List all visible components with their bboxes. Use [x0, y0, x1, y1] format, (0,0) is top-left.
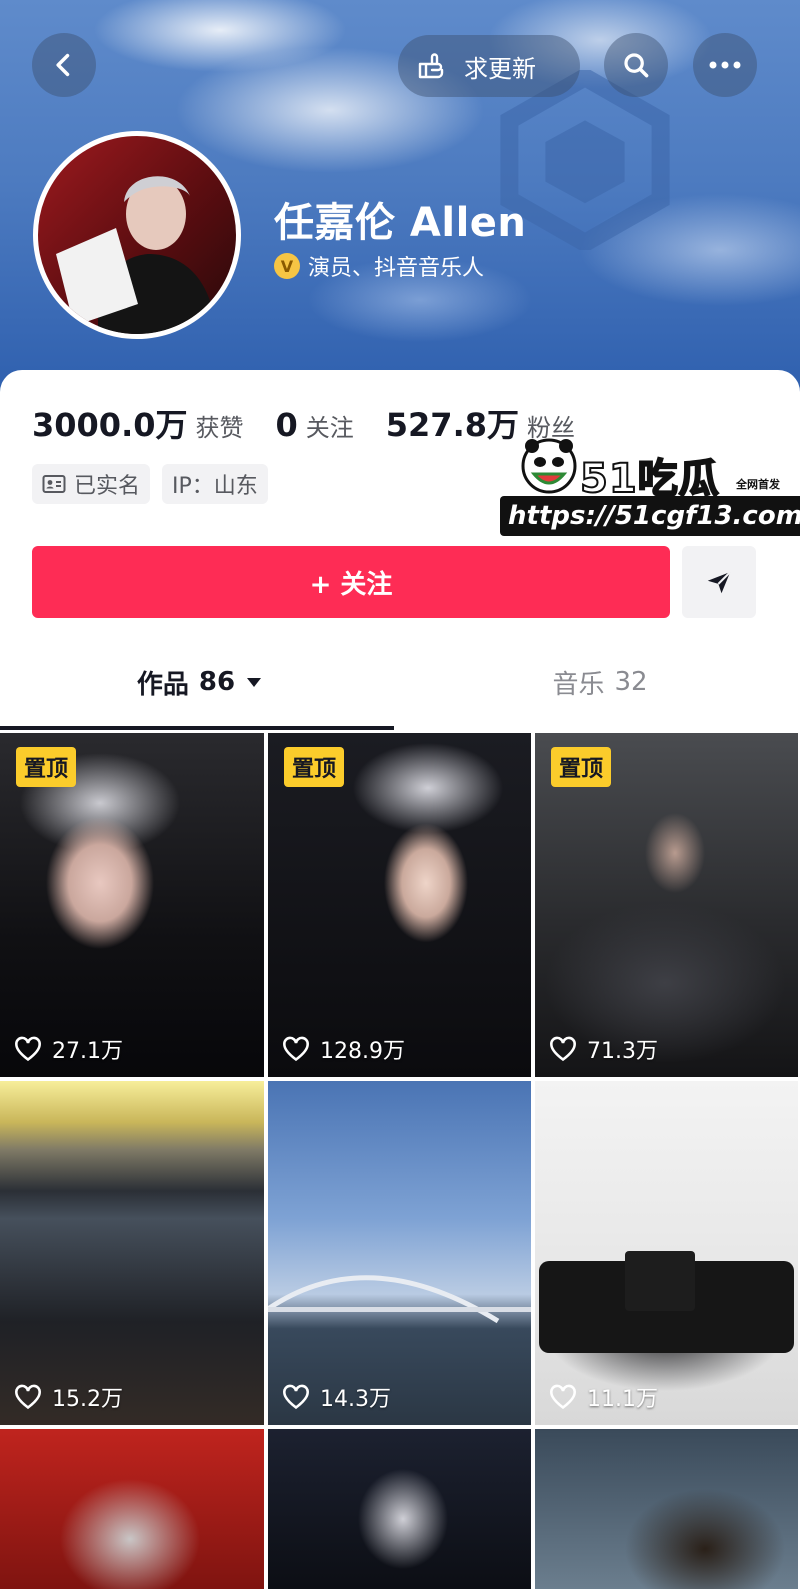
send-arrow-icon — [707, 571, 731, 594]
request-update-label: 求更新 — [464, 54, 536, 83]
video-grid: 置顶 27.1万 置顶 128.9万 置顶 71.3万 15.2万 14.3万 … — [0, 733, 800, 1589]
followers-count: 527.8万 — [385, 406, 519, 444]
video-likes-count: 128.9万 — [320, 1039, 405, 1064]
video-tile[interactable]: 置顶 71.3万 — [535, 733, 798, 1077]
ip-location-tag: IP：山东 — [162, 464, 268, 504]
pointing-hand-icon — [418, 53, 444, 79]
video-tile[interactable]: 置顶 128.9万 — [268, 733, 531, 1077]
follow-label: + 关注 — [309, 569, 393, 600]
heart-icon — [283, 1384, 309, 1410]
video-likes: 128.9万 — [282, 1033, 405, 1065]
video-likes: 71.3万 — [549, 1033, 658, 1065]
more-dots-icon — [709, 61, 741, 69]
request-update-button[interactable]: 求更新 — [398, 35, 580, 97]
back-button[interactable] — [32, 33, 96, 97]
heart-icon — [550, 1384, 576, 1410]
video-tile[interactable] — [268, 1429, 531, 1589]
video-likes-count: 71.3万 — [587, 1039, 658, 1064]
avatar-portrait-image — [56, 176, 213, 334]
active-tab-indicator — [0, 726, 394, 730]
real-name-label: 已实名 — [74, 474, 141, 499]
profile-info-card: 3000.0万 获赞 0 关注 527.8万 粉丝 已实名 IP：山东 + 关注 — [0, 370, 800, 730]
pinned-badge: 置顶 — [551, 747, 612, 787]
tab-music[interactable]: 音乐 32 — [400, 638, 800, 726]
search-button[interactable] — [604, 33, 668, 97]
pinned-badge: 置顶 — [284, 747, 345, 787]
watermelon-mascot-icon — [521, 438, 577, 494]
profile-name: 任嘉伦 Allen — [274, 200, 527, 246]
video-tile[interactable]: 14.3万 — [268, 1081, 531, 1425]
video-tile[interactable] — [0, 1429, 264, 1589]
content-tabs: 作品 86 音乐 32 — [0, 638, 800, 730]
likes-count: 3000.0万 — [32, 406, 188, 444]
follow-button[interactable]: + 关注 — [32, 546, 670, 618]
video-likes-count: 27.1万 — [52, 1039, 123, 1064]
pinned-badge: 置顶 — [16, 747, 77, 787]
video-likes-count: 15.2万 — [52, 1387, 123, 1412]
video-tile[interactable]: 置顶 27.1万 — [0, 733, 264, 1077]
video-likes: 11.1万 — [549, 1381, 658, 1413]
following-count: 0 — [275, 406, 298, 444]
tab-music-count: 32 — [614, 667, 648, 697]
more-button[interactable] — [693, 33, 757, 97]
search-icon — [624, 53, 649, 78]
verified-badge-icon: V — [274, 253, 300, 279]
send-message-button[interactable] — [682, 546, 756, 618]
profile-tags: 已实名 IP：山东 — [32, 464, 268, 504]
video-likes-count: 14.3万 — [320, 1387, 391, 1412]
watermark-subtitle: 全网首发 — [736, 478, 780, 491]
heart-icon — [15, 1036, 41, 1062]
video-likes: 27.1万 — [14, 1033, 123, 1065]
tab-music-label: 音乐 — [552, 669, 605, 700]
watermark-url: https://51cgf13.com — [500, 496, 800, 536]
sofa-image — [539, 1251, 794, 1353]
verification-row: V 演员、抖音音乐人 — [274, 250, 484, 282]
verification-text: 演员、抖音音乐人 — [308, 256, 485, 281]
video-tile[interactable]: 11.1万 — [535, 1081, 798, 1425]
real-name-tag: 已实名 — [32, 464, 151, 504]
chevron-left-icon — [56, 53, 70, 77]
avatar[interactable] — [33, 131, 241, 339]
video-likes-count: 11.1万 — [587, 1387, 658, 1412]
bridge-arch-image — [268, 1275, 531, 1324]
tab-works-count: 86 — [198, 667, 236, 697]
likes-label[interactable]: 获赞 — [196, 408, 244, 443]
video-likes: 15.2万 — [14, 1381, 123, 1413]
caret-down-icon — [247, 678, 262, 687]
heart-icon — [15, 1384, 41, 1410]
tab-works[interactable]: 作品 86 — [0, 638, 400, 726]
id-card-icon — [42, 475, 66, 493]
video-tile[interactable] — [535, 1429, 798, 1589]
heart-icon — [283, 1036, 309, 1062]
following-label[interactable]: 关注 — [306, 408, 354, 443]
ip-location-label: IP：山东 — [172, 474, 258, 499]
video-tile[interactable]: 15.2万 — [0, 1081, 264, 1425]
site-watermark: 51吃瓜 全网首发 https://51cgf13.com — [500, 428, 800, 540]
video-likes: 14.3万 — [282, 1381, 391, 1413]
tab-works-label: 作品 — [136, 669, 189, 700]
heart-icon — [550, 1036, 576, 1062]
